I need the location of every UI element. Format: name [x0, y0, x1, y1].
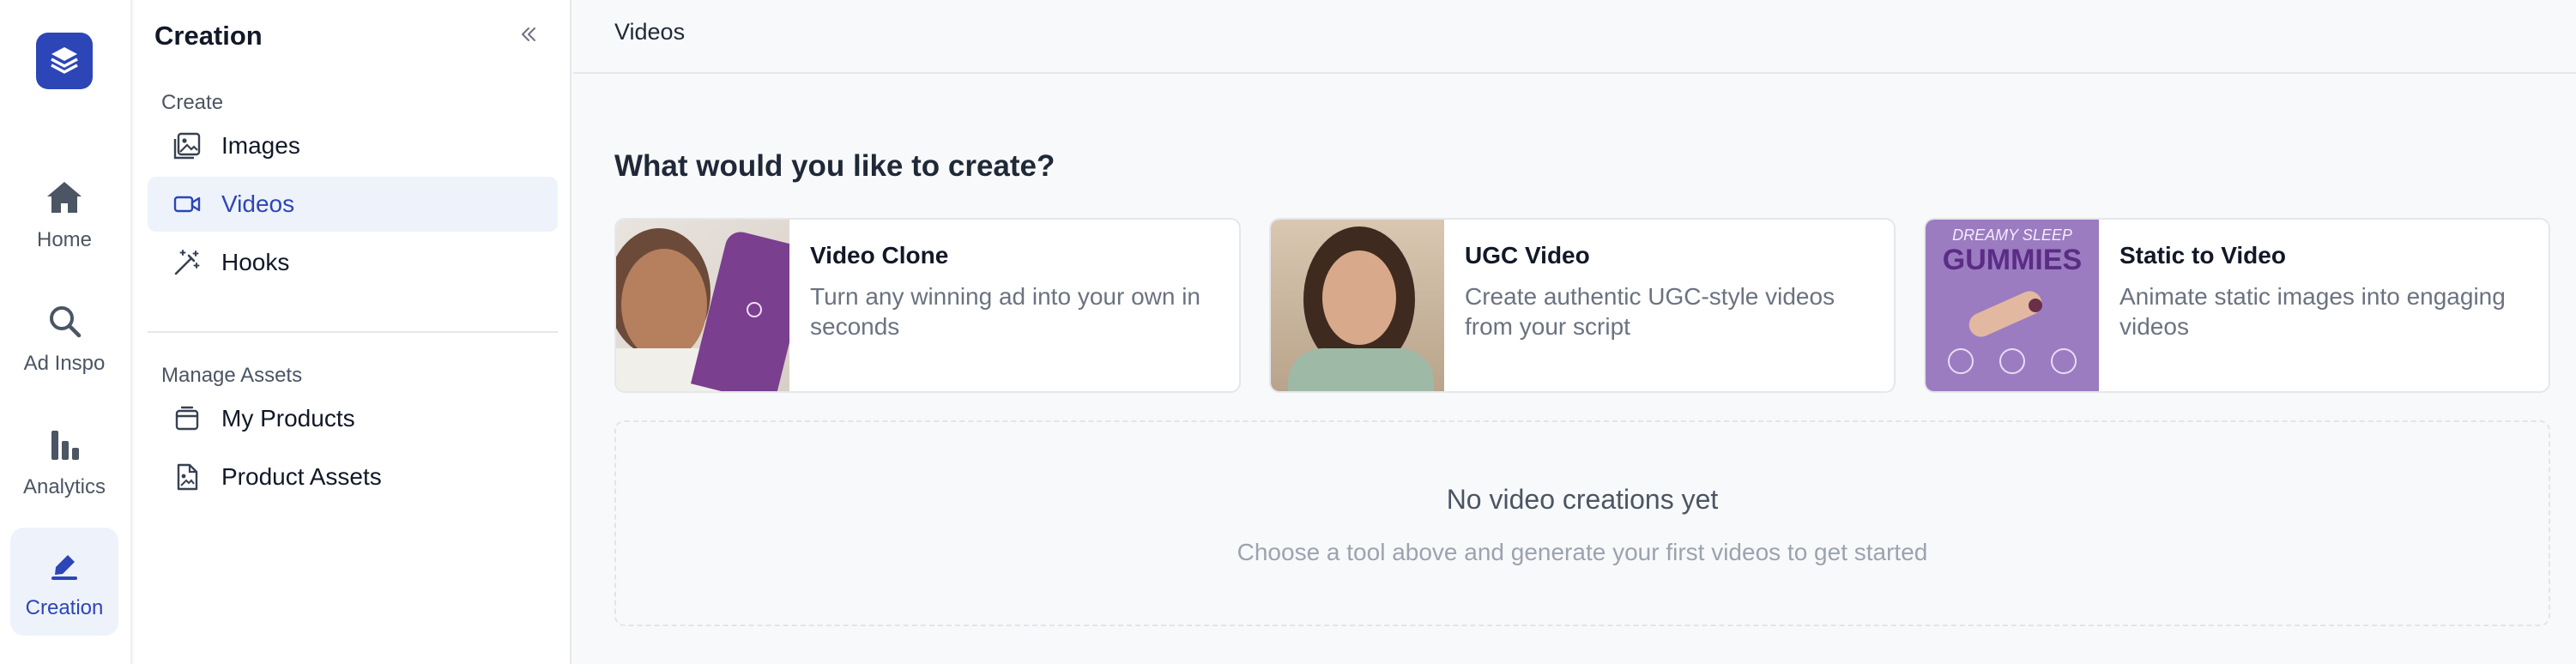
image-icon	[172, 130, 203, 161]
rail-item-label: Home	[36, 228, 93, 251]
card-title: Video Clone	[810, 242, 949, 269]
rail-item-ad-inspo[interactable]: Ad Inspo	[10, 283, 118, 391]
card-description: Turn any winning ad into your own in sec…	[810, 283, 1200, 340]
sidebar-divider	[148, 331, 558, 333]
card-title: Static to Video	[2119, 242, 2286, 269]
card-description: Create authentic UGC-style videos from y…	[1465, 283, 1835, 340]
section-label-manage-assets: Manage Assets	[161, 364, 303, 387]
empty-state-title: No video creations yet	[1446, 484, 1719, 515]
app-logo-icon[interactable]	[36, 33, 93, 89]
ugc-video-card[interactable]: UGC Video Create authentic UGC-style vid…	[1269, 218, 1896, 393]
bar-chart-icon	[42, 422, 87, 467]
sidebar-item-label: Hooks	[221, 249, 290, 275]
collapse-sidebar-button[interactable]	[513, 21, 544, 51]
page-title: Videos	[614, 19, 686, 45]
thumbnail-text-main: GUMMIES	[1942, 244, 2083, 276]
sidebar-item-label: Videos	[221, 190, 295, 217]
rail-item-label: Creation	[25, 596, 104, 619]
home-icon	[42, 175, 87, 220]
sidebar-item-label: Product Assets	[221, 463, 382, 490]
static-to-video-card[interactable]: DREAMY SLEEP GUMMIES Static to Video Ani…	[1924, 218, 2550, 393]
pen-icon	[42, 543, 87, 588]
creation-sidebar: Creation Create Images Videos Hooks Mana…	[134, 0, 571, 664]
card-title: UGC Video	[1465, 242, 1590, 269]
video-icon	[172, 189, 203, 220]
card-description: Animate static images into engaging vide…	[2119, 283, 2506, 340]
sidebar-item-product-assets[interactable]: Product Assets	[148, 450, 558, 504]
rail-item-label: Analytics	[22, 475, 106, 498]
file-image-icon	[172, 462, 203, 492]
section-label-create: Create	[161, 91, 224, 114]
create-heading: What would you like to create?	[614, 149, 1055, 183]
sidebar-item-my-products[interactable]: My Products	[148, 391, 558, 446]
sidebar-item-hooks[interactable]: Hooks	[148, 235, 558, 290]
empty-state-subtitle: Choose a tool above and generate your fi…	[1237, 539, 1928, 565]
sidebar-item-videos[interactable]: Videos	[148, 177, 558, 232]
package-icon	[172, 403, 203, 434]
thumbnail-text-top: DREAMY SLEEP	[1952, 226, 2072, 244]
sidebar-item-images[interactable]: Images	[148, 118, 558, 173]
rail-item-home[interactable]: Home	[10, 160, 118, 268]
chevrons-left-icon	[518, 24, 539, 49]
empty-state: No video creations yet Choose a tool abo…	[614, 420, 2550, 626]
ugc-video-thumbnail	[1271, 220, 1444, 391]
sidebar-title: Creation	[154, 21, 263, 51]
rail-item-label: Ad Inspo	[23, 352, 106, 375]
magic-wand-icon	[172, 247, 203, 278]
top-bar: Videos	[573, 0, 2576, 74]
rail-item-creation[interactable]: Creation	[10, 528, 118, 636]
sidebar-item-label: My Products	[221, 405, 355, 432]
static-to-video-thumbnail: DREAMY SLEEP GUMMIES	[1926, 220, 2099, 391]
search-icon	[42, 299, 87, 343]
rail-item-analytics[interactable]: Analytics	[10, 407, 118, 515]
video-clone-card[interactable]: Video Clone Turn any winning ad into you…	[614, 218, 1241, 393]
icon-rail: Home Ad Inspo Analytics Creation	[0, 0, 132, 664]
video-clone-thumbnail	[616, 220, 789, 391]
sidebar-item-label: Images	[221, 132, 300, 159]
